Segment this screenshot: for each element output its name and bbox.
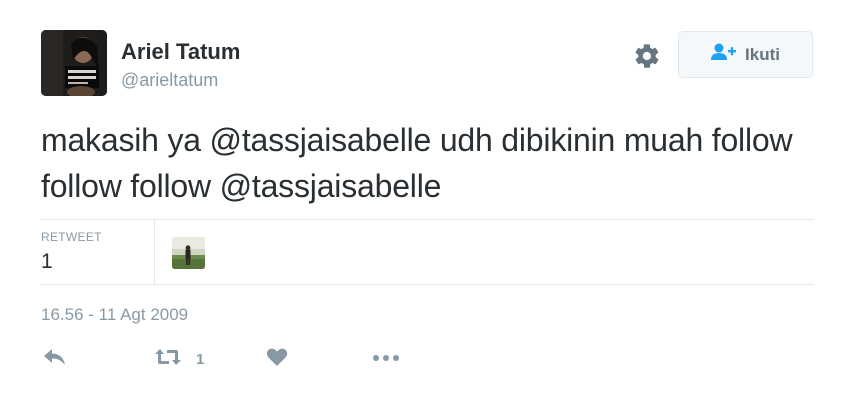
user-handle[interactable]: @arieltatum (121, 70, 218, 91)
retweeter-avatar[interactable] (172, 237, 205, 269)
reply-button[interactable] (43, 348, 67, 370)
tweet-text: makasih ya @tassjaisabelle udh dibikinin… (41, 122, 793, 204)
user-avatar[interactable] (41, 30, 107, 96)
retweet-stat-count[interactable]: 1 (41, 250, 53, 274)
retweet-icon (154, 347, 182, 372)
user-name[interactable]: Ariel Tatum (121, 39, 240, 65)
tweet-timestamp[interactable]: 16.56 - 11 Agt 2009 (41, 305, 188, 325)
stats-top-divider (41, 219, 814, 220)
like-button[interactable] (266, 348, 288, 370)
retweet-button[interactable]: 1 (154, 348, 204, 370)
follow-button[interactable]: Ikuti (678, 31, 813, 78)
stats-vertical-divider (154, 220, 155, 284)
more-dots-icon (372, 350, 402, 368)
retweet-action-count: 1 (196, 350, 205, 368)
tweet-card: Ariel Tatum @arieltatum Ikuti makasih ya… (0, 0, 850, 404)
more-button[interactable] (372, 348, 402, 370)
gear-icon[interactable] (633, 42, 661, 70)
retweet-stat-label[interactable]: RETWEET (41, 230, 102, 244)
stats-bottom-divider (41, 284, 814, 285)
follow-button-label: Ikuti (745, 44, 780, 64)
heart-icon (266, 347, 288, 372)
reply-icon (43, 347, 67, 372)
follow-user-icon (711, 43, 737, 66)
